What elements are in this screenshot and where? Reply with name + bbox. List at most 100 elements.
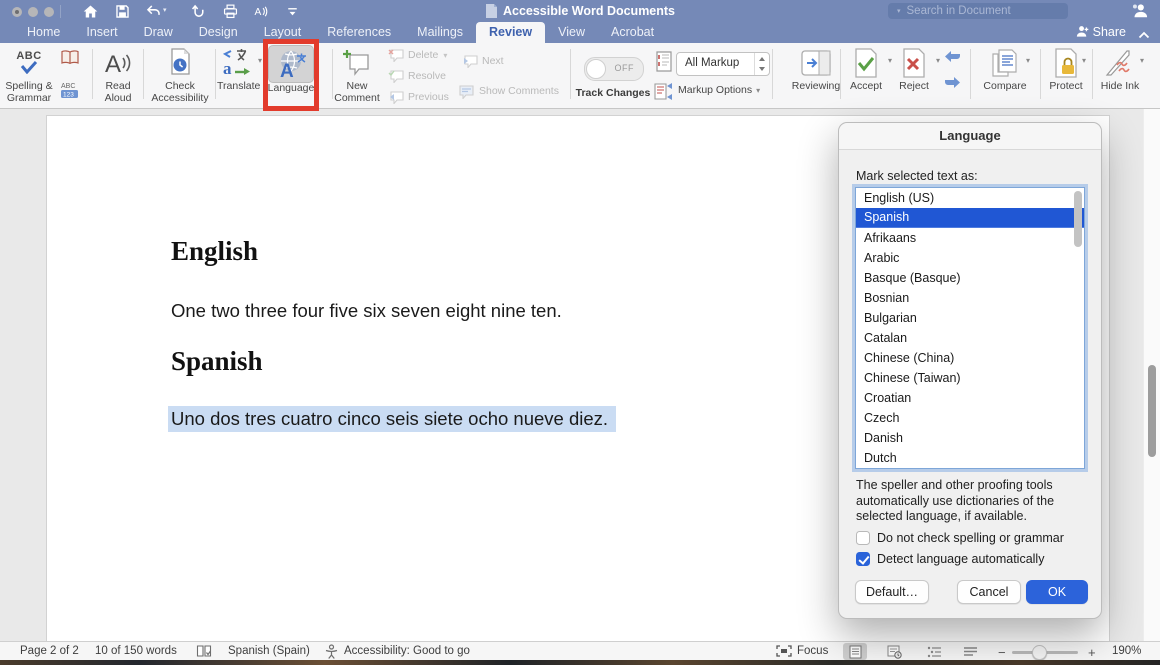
hide-ink-caret-icon[interactable]: ▾ — [1140, 56, 1144, 65]
tab-acrobat[interactable]: Acrobat — [598, 22, 667, 43]
protect-button[interactable]: Protect — [1044, 45, 1088, 93]
share-button[interactable]: Share — [1075, 22, 1126, 43]
spelling-check-icon: ABC — [16, 52, 41, 74]
tab-design[interactable]: Design — [186, 22, 251, 43]
language-list[interactable]: English (US) Spanish Afrikaans Arabic Ba… — [855, 187, 1085, 469]
compare-button[interactable]: Compare — [978, 45, 1032, 93]
new-comment-button[interactable]: New Comment — [334, 45, 380, 104]
no-spellcheck-checkbox-row[interactable]: Do not check spelling or grammar — [856, 531, 1064, 545]
markup-options-button[interactable]: Markup Options ▾ — [678, 85, 760, 97]
word-count[interactable]: 10 of 150 words — [95, 645, 177, 657]
language-option[interactable]: Arabic — [856, 248, 1084, 268]
markup-view-dropdown[interactable]: All Markup — [676, 52, 770, 76]
proofing-status-icon[interactable] — [196, 644, 212, 661]
language-option[interactable]: English (US) — [856, 188, 1084, 208]
title-bar: ▾ A Accessible Word Documents ▾ Home Ins… — [0, 0, 1160, 43]
translate-button[interactable]: a Translate — [217, 45, 259, 93]
dialog-description: The speller and other proofing tools aut… — [856, 478, 1088, 525]
compare-icon — [978, 45, 1032, 81]
hide-ink-button[interactable]: Hide Ink — [1098, 45, 1142, 93]
dialog-title: Language — [839, 123, 1101, 150]
language-option-selected[interactable]: Spanish — [856, 208, 1084, 228]
tab-insert[interactable]: Insert — [73, 22, 130, 43]
page-indicator[interactable]: Page 2 of 2 — [20, 645, 79, 657]
reject-changes-button[interactable]: Reject — [896, 45, 932, 93]
language-option[interactable]: Bosnian — [856, 288, 1084, 308]
dropdown-stepper-icon[interactable] — [754, 53, 769, 75]
share-person-icon — [1075, 25, 1090, 38]
draft-view-button[interactable] — [958, 643, 982, 660]
reject-icon — [896, 45, 932, 81]
checkbox-unchecked-icon[interactable] — [856, 531, 870, 545]
tab-view[interactable]: View — [545, 22, 598, 43]
language-option[interactable]: Czech — [856, 408, 1084, 428]
reject-caret-icon[interactable]: ▾ — [936, 56, 940, 65]
protect-caret-icon[interactable]: ▾ — [1082, 56, 1086, 65]
resolve-comment-icon — [388, 70, 404, 83]
zoom-slider-thumb[interactable] — [1032, 645, 1047, 660]
language-option[interactable]: Basque (Basque) — [856, 268, 1084, 288]
search-input[interactable] — [905, 4, 1063, 18]
document-heading-spanish: Spanish — [171, 346, 263, 377]
read-aloud-button[interactable]: A Read Aloud — [95, 45, 141, 104]
next-comment-button[interactable]: Next — [462, 55, 504, 68]
outline-view-button[interactable] — [922, 643, 946, 660]
focus-icon[interactable] — [776, 645, 792, 660]
previous-change-icon[interactable] — [944, 50, 961, 68]
show-comments-button[interactable]: Show Comments — [458, 85, 559, 99]
scrollbar-thumb[interactable] — [1148, 365, 1156, 457]
svg-text:123: 123 — [63, 92, 74, 99]
language-option[interactable]: Afrikaans — [856, 228, 1084, 248]
delete-comment-button[interactable]: Delete ▾ — [388, 49, 447, 62]
thesaurus-icon[interactable] — [60, 50, 80, 70]
tab-draw[interactable]: Draw — [131, 22, 186, 43]
search-scope-caret-icon[interactable]: ▾ — [897, 7, 901, 15]
detect-language-checkbox-row[interactable]: Detect language automatically — [856, 552, 1044, 566]
tab-layout[interactable]: Layout — [251, 22, 315, 43]
language-option[interactable]: Danish — [856, 428, 1084, 448]
next-change-icon[interactable] — [944, 76, 961, 94]
spelling-grammar-button[interactable]: ABC Spelling & Grammar — [2, 45, 56, 104]
language-option[interactable]: Chinese (Taiwan) — [856, 368, 1084, 388]
check-accessibility-button[interactable]: Check Accessibility — [146, 45, 214, 104]
previous-comment-button[interactable]: Previous — [388, 91, 449, 104]
tab-references[interactable]: References — [314, 22, 404, 43]
vertical-scrollbar[interactable] — [1143, 109, 1160, 641]
translate-caret-icon[interactable]: ▾ — [258, 56, 262, 65]
tab-mailings[interactable]: Mailings — [404, 22, 476, 43]
search-box[interactable]: ▾ — [888, 3, 1068, 19]
svg-text:A: A — [105, 51, 121, 76]
document-icon — [485, 4, 498, 18]
cancel-button[interactable]: Cancel — [957, 580, 1021, 604]
language-button[interactable]: A Language — [266, 45, 316, 95]
default-button[interactable]: Default… — [855, 580, 929, 604]
print-layout-view-button[interactable] — [843, 643, 867, 660]
svg-text:ABC: ABC — [61, 83, 75, 90]
collapse-ribbon-icon[interactable] — [1138, 26, 1150, 44]
checkbox-checked-icon[interactable] — [856, 552, 870, 566]
word-count-icon[interactable]: ABC 123 — [60, 81, 82, 103]
accessibility-status[interactable]: Accessibility: Good to go — [344, 645, 470, 657]
account-icon[interactable] — [1130, 2, 1148, 20]
all-markup-icon — [656, 51, 672, 77]
language-list-scrollbar[interactable] — [1074, 191, 1082, 247]
zoom-in-button[interactable]: + — [1088, 645, 1096, 660]
zoom-level[interactable]: 190% — [1112, 645, 1141, 657]
language-option[interactable]: Bulgarian — [856, 308, 1084, 328]
language-option[interactable]: Chinese (China) — [856, 348, 1084, 368]
focus-toggle[interactable]: Focus — [797, 645, 828, 657]
language-indicator[interactable]: Spanish (Spain) — [228, 645, 310, 657]
ok-button[interactable]: OK — [1026, 580, 1088, 604]
resolve-comment-button[interactable]: Resolve — [388, 70, 446, 83]
web-layout-view-button[interactable] — [882, 643, 906, 660]
zoom-out-button[interactable]: − — [998, 645, 1006, 660]
compare-caret-icon[interactable]: ▾ — [1026, 56, 1030, 65]
track-changes-toggle[interactable]: OFF — [584, 57, 644, 81]
accept-changes-button[interactable]: Accept — [848, 45, 884, 93]
language-option[interactable]: Croatian — [856, 388, 1084, 408]
language-option[interactable]: Catalan — [856, 328, 1084, 348]
tab-home[interactable]: Home — [14, 22, 73, 43]
language-option[interactable]: Dutch — [856, 448, 1084, 468]
accept-caret-icon[interactable]: ▾ — [888, 56, 892, 65]
tab-review[interactable]: Review — [476, 22, 545, 43]
